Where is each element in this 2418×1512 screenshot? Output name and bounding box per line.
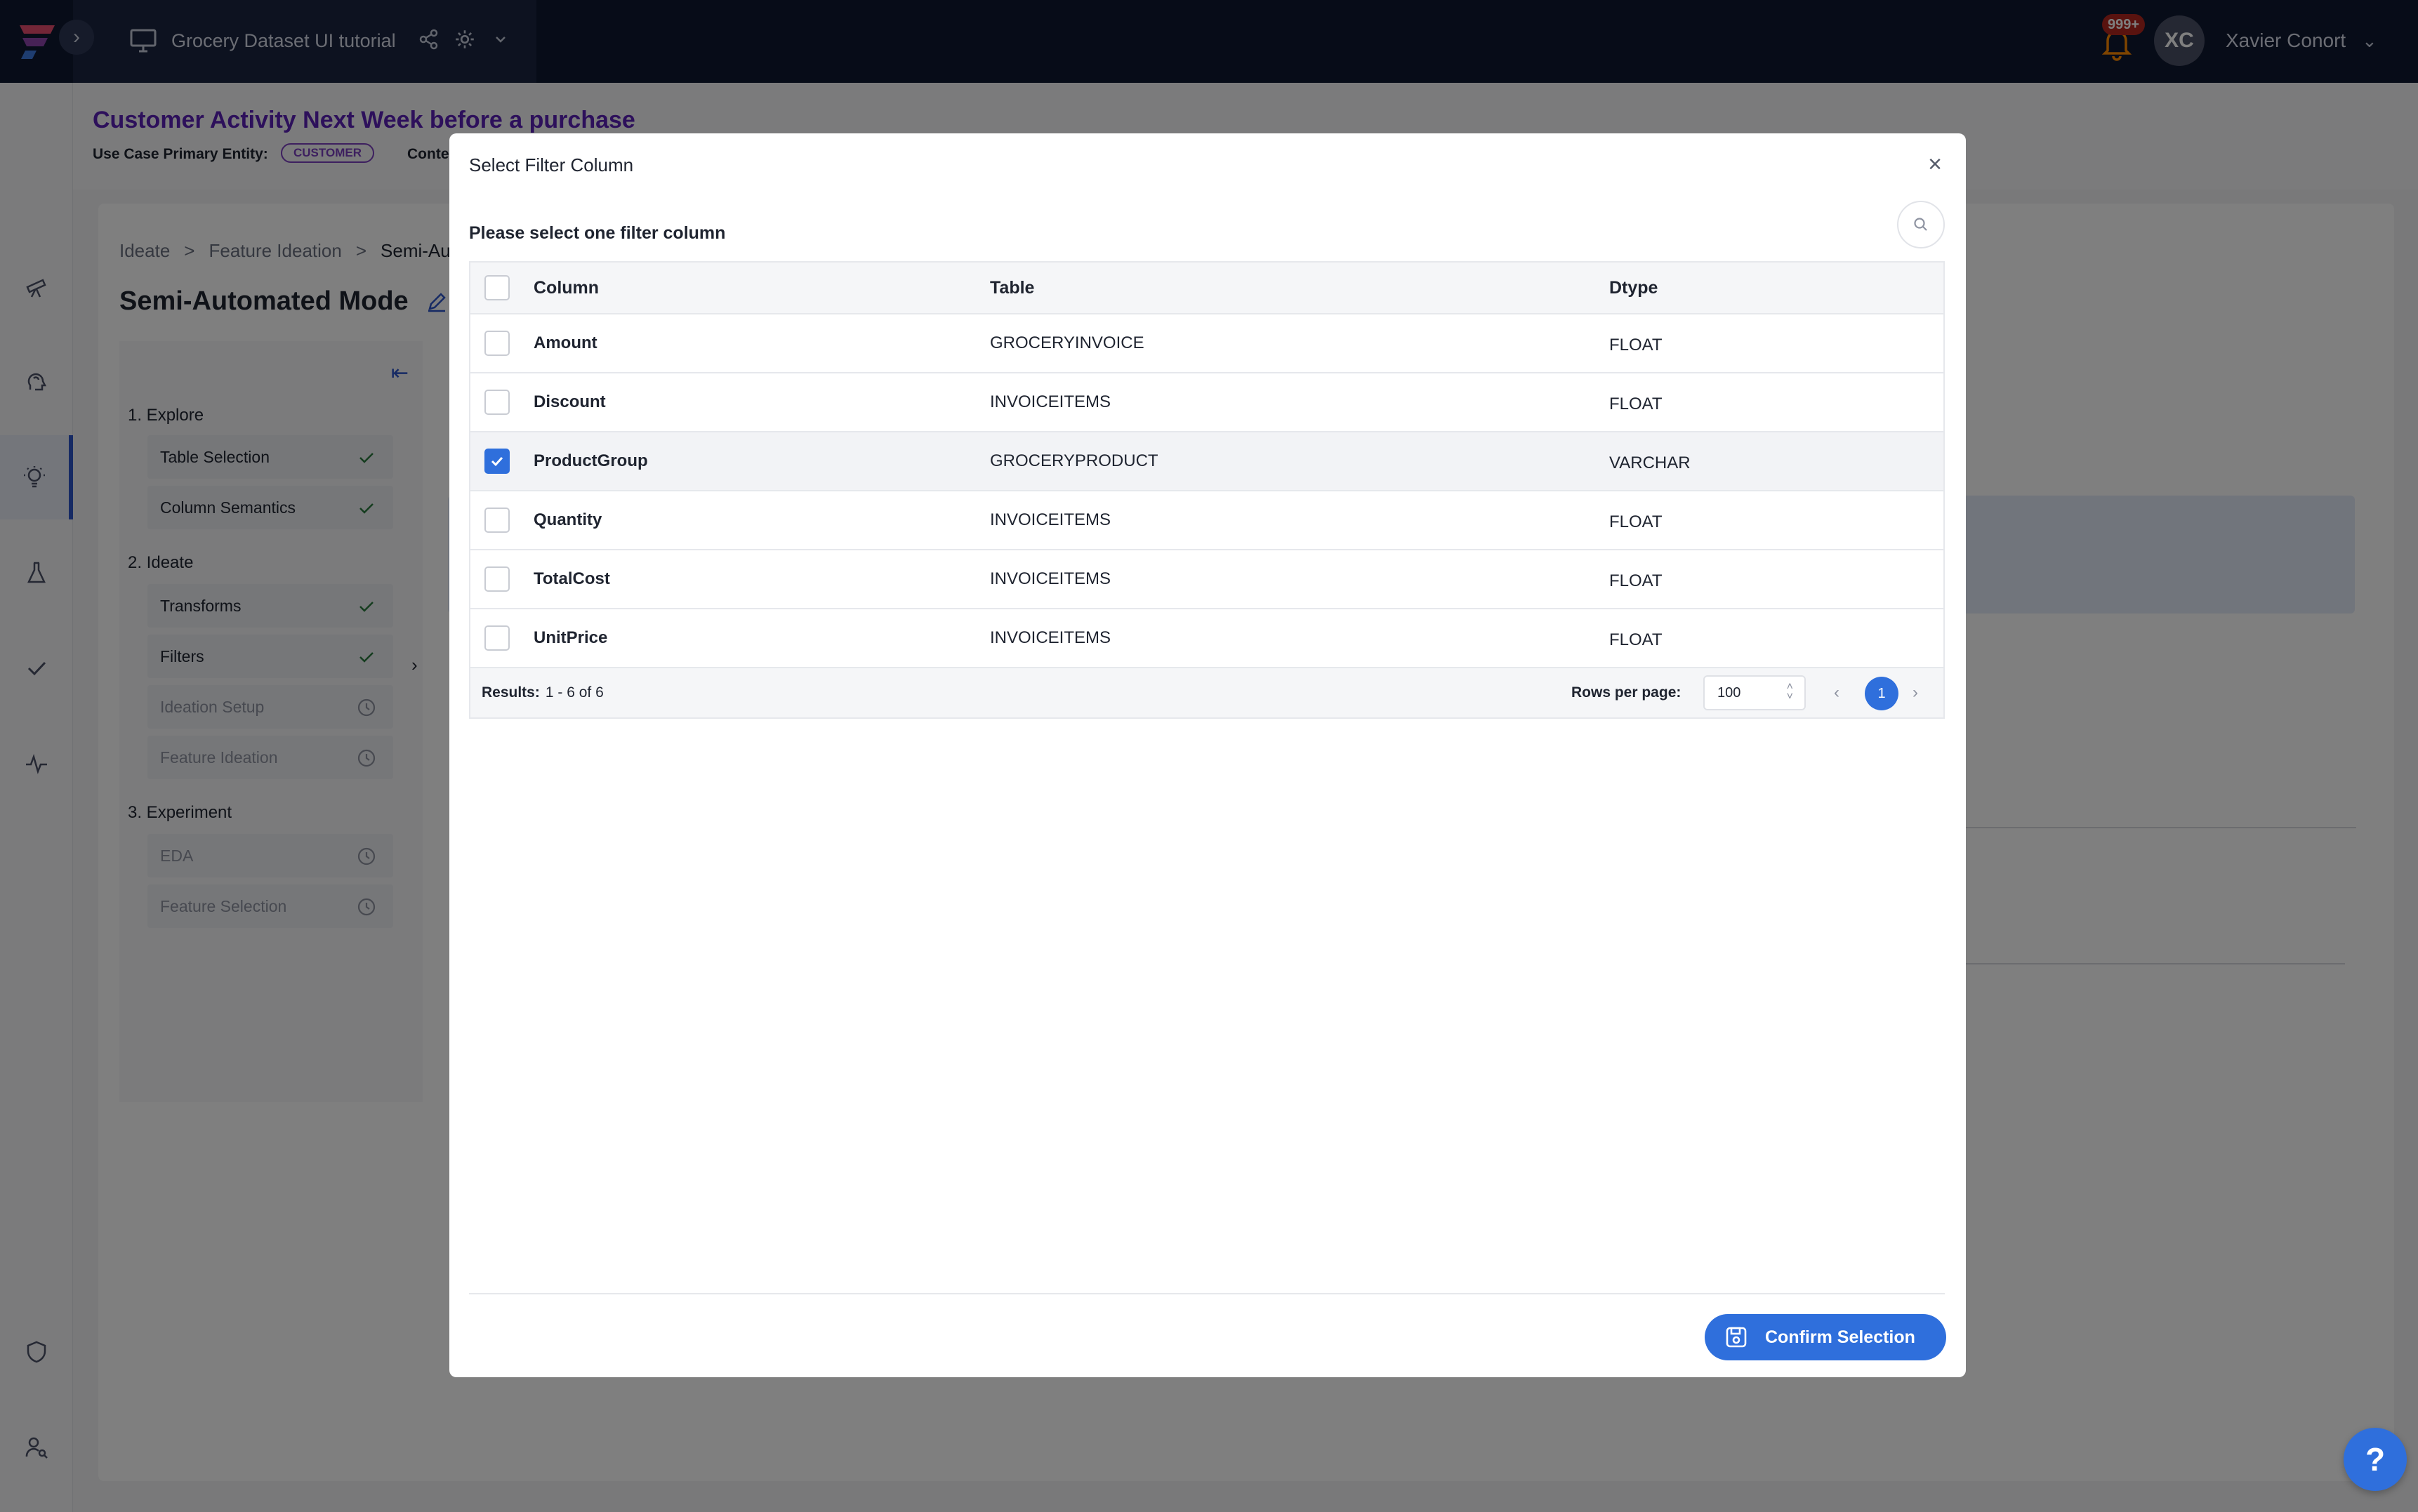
cell-table: GROCERYINVOICE [990, 333, 1144, 352]
checkmark-icon [491, 456, 503, 467]
page-number-current[interactable]: 1 [1865, 677, 1898, 710]
save-icon [1726, 1327, 1747, 1348]
previous-page-icon[interactable]: ‹ [1834, 668, 1839, 717]
cell-column: TotalCost [534, 569, 610, 588]
search-icon [1914, 218, 1927, 231]
cell-dtype: VARCHAR [1609, 453, 1691, 472]
row-checkbox-checked[interactable] [484, 449, 510, 474]
table-row[interactable]: Quantity INVOICEITEMS FLOAT [470, 491, 1943, 550]
table-footer: Results: 1 - 6 of 6 Rows per page: 100 ˄… [470, 668, 1943, 717]
select-all-checkbox[interactable] [484, 275, 510, 300]
cell-table: INVOICEITEMS [990, 392, 1111, 411]
cell-dtype: FLOAT [1609, 630, 1663, 649]
cell-table: INVOICEITEMS [990, 510, 1111, 529]
table-row[interactable]: Amount GROCERYINVOICE FLOAT [470, 314, 1943, 373]
cell-table: INVOICEITEMS [990, 628, 1111, 647]
cell-column: Quantity [534, 510, 602, 529]
cell-column: UnitPrice [534, 628, 608, 647]
cell-dtype: FLOAT [1609, 512, 1663, 531]
search-button[interactable] [1897, 201, 1945, 248]
table-row[interactable]: Discount INVOICEITEMS FLOAT [470, 373, 1943, 432]
results-count: Results: 1 - 6 of 6 [482, 684, 604, 701]
rows-per-page-select[interactable]: 100 ˄ ˅ [1703, 675, 1806, 710]
cell-dtype: FLOAT [1609, 571, 1663, 590]
row-checkbox[interactable] [484, 390, 510, 415]
modal-title: Select Filter Column [469, 154, 634, 175]
cell-dtype: FLOAT [1609, 394, 1663, 413]
table-header: Column Table Dtype [470, 263, 1943, 314]
column-header-table[interactable]: Table [990, 263, 1034, 313]
table-row[interactable]: UnitPrice INVOICEITEMS FLOAT [470, 609, 1943, 668]
column-header-dtype[interactable]: Dtype [1609, 263, 1658, 313]
cell-column: Discount [534, 392, 606, 411]
confirm-selection-button[interactable]: Confirm Selection [1705, 1314, 1946, 1360]
next-page-icon[interactable]: › [1912, 668, 1918, 717]
filter-column-table: Column Table Dtype Amount GROCERYINVOICE… [469, 261, 1945, 719]
cell-table: GROCERYPRODUCT [990, 451, 1158, 470]
row-checkbox[interactable] [484, 331, 510, 356]
table-row[interactable]: ProductGroup GROCERYPRODUCT VARCHAR [470, 432, 1943, 491]
help-button[interactable]: ? [2344, 1428, 2407, 1491]
table-row[interactable]: TotalCost INVOICEITEMS FLOAT [470, 550, 1943, 609]
cell-dtype: FLOAT [1609, 336, 1663, 354]
select-arrows-icon: ˄ ˅ [1786, 681, 1793, 703]
cell-table: INVOICEITEMS [990, 569, 1111, 588]
modal-subtitle: Please select one filter column [469, 223, 726, 243]
select-filter-column-modal: Select Filter Column × Please select one… [449, 133, 1966, 1377]
row-checkbox[interactable] [484, 625, 510, 651]
cell-column: Amount [534, 333, 597, 352]
cell-column: ProductGroup [534, 451, 648, 470]
column-header-column[interactable]: Column [534, 263, 599, 313]
row-checkbox[interactable] [484, 566, 510, 592]
rows-per-page-label: Rows per page: [1571, 684, 1682, 701]
row-checkbox[interactable] [484, 508, 510, 533]
modal-footer-divider [469, 1293, 1945, 1294]
close-icon[interactable]: × [1924, 152, 1946, 176]
